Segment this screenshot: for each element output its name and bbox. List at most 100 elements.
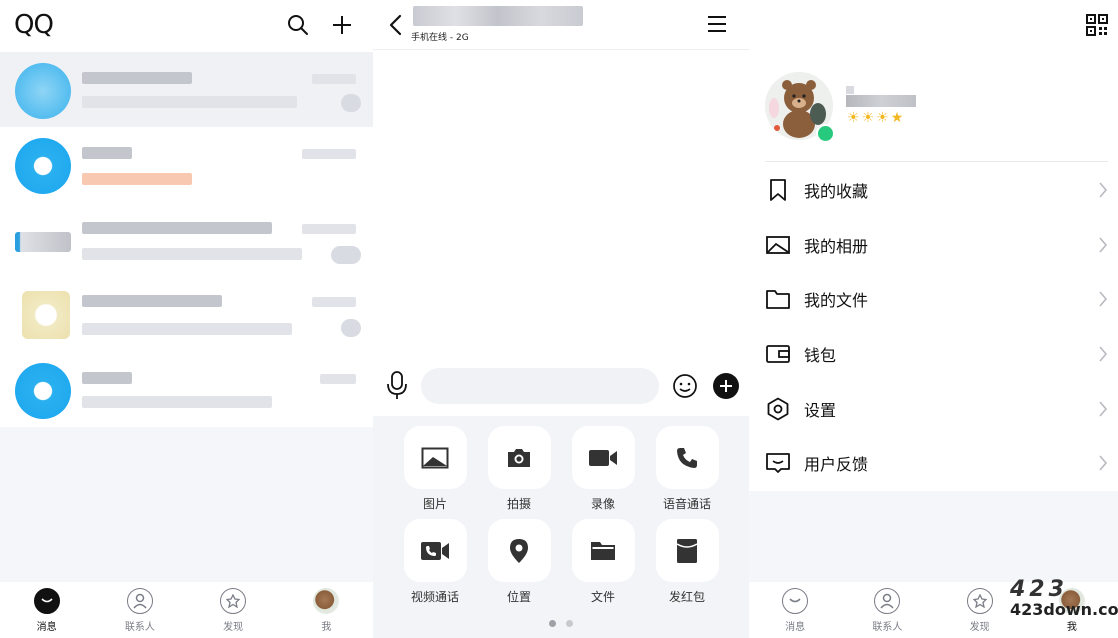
message-input[interactable] [421,368,659,404]
conversation-item[interactable] [0,277,373,352]
unread-badge [331,246,361,264]
menu-item-wallet[interactable]: 钱包 [749,327,1118,382]
contacts-icon [874,588,901,614]
conversation-avatar [15,363,71,419]
bookmark-icon [770,179,786,202]
action-camera[interactable]: 拍摄 [477,426,561,511]
discover-icon [220,588,247,614]
action-location[interactable]: 位置 [477,519,561,604]
me-menu-list: 我的收藏 我的相册 我的文件 钱包 设置 用户反馈 [749,163,1118,491]
bottom-tab-bar: 消息 联系人 发现 我 [0,582,373,638]
conversation-name [82,147,132,159]
tab-messages[interactable]: 消息 [749,582,841,638]
action-label: 文件 [590,590,615,604]
chevron-right-icon [1099,237,1108,253]
tab-discover[interactable]: 发现 [934,582,1026,638]
conversation-preview [82,248,302,260]
action-label: 拍摄 [506,497,531,511]
message-icon [33,588,60,614]
unread-badge [341,94,361,112]
conversation-avatar [15,63,71,119]
menu-item-label: 我的相册 [804,236,869,256]
red-packet-icon[interactable] [655,519,719,582]
tab-contacts[interactable]: 联系人 [841,582,933,638]
contacts-icon [126,588,153,614]
qq-level[interactable]: ☀ ☀ ☀ ★ [847,110,903,126]
emoji-icon[interactable] [672,373,698,399]
action-panel: 图片 拍摄 录像 语音通话 视频通话 位置 文件 发红包 [373,416,749,638]
discover-icon [966,588,993,614]
folder-icon[interactable] [571,519,635,582]
feedback-icon [766,453,790,474]
conversation-time [302,149,356,159]
menu-item-settings[interactable]: 设置 [749,381,1118,436]
location-icon[interactable] [487,519,551,582]
video-call-icon[interactable] [403,519,467,582]
divider [765,161,1108,162]
conversation-time [312,74,356,84]
action-file[interactable]: 文件 [561,519,645,604]
menu-item-favorites[interactable]: 我的收藏 [749,163,1118,218]
phone-icon[interactable] [655,426,719,489]
nickname [846,95,916,107]
chevron-right-icon [1099,182,1108,198]
menu-icon[interactable] [707,15,727,33]
unread-badge [341,319,361,337]
add-icon[interactable] [329,12,355,38]
level-sun-icon: ☀ [847,110,860,126]
app-title: QQ [14,10,54,40]
messages-header: QQ [0,0,373,52]
photo-album-icon [766,235,790,254]
menu-item-label: 我的收藏 [804,182,869,202]
action-image[interactable]: 图片 [393,426,477,511]
qr-code-icon[interactable] [1086,14,1108,36]
tab-me[interactable]: 我 [280,582,373,638]
image-icon[interactable] [403,426,467,489]
action-label: 录像 [590,497,615,511]
more-actions-button[interactable] [713,373,739,399]
chevron-right-icon [1099,401,1108,417]
conversation-name [82,72,192,84]
conversation-name [82,372,132,384]
action-label: 语音通话 [662,497,711,511]
conversation-avatar [15,138,71,194]
search-icon[interactable] [285,12,311,38]
conversation-preview [82,96,297,108]
conversation-time [320,374,356,384]
conversation-item[interactable] [0,352,373,427]
video-icon[interactable] [571,426,635,489]
tab-contacts[interactable]: 联系人 [93,582,186,638]
action-voice-call[interactable]: 语音通话 [645,426,729,511]
back-icon[interactable] [387,14,407,36]
conversation-item[interactable] [0,52,373,127]
menu-item-album[interactable]: 我的相册 [749,218,1118,273]
menu-item-files[interactable]: 我的文件 [749,272,1118,327]
chevron-right-icon [1099,346,1108,362]
action-red-packet[interactable]: 发红包 [645,519,729,604]
settings-icon [767,397,789,421]
tab-messages[interactable]: 消息 [0,582,93,638]
camera-icon[interactable] [487,426,551,489]
conversation-list [0,52,373,427]
chevron-right-icon [1099,291,1108,308]
profile-card[interactable]: ☀ ☀ ☀ ★ [749,0,1118,163]
chat-status: 手机在线 - 2G [411,33,469,43]
tab-discover[interactable]: 发现 [187,582,280,638]
avatar-icon [313,588,340,614]
chat-message-area [373,50,749,356]
level-sun-icon: ☀ [861,110,875,126]
action-video-call[interactable]: 视频通话 [393,519,477,604]
tab-label: 消息 [36,622,57,633]
conversation-item[interactable] [0,127,373,202]
tab-me[interactable]: 我 [1026,582,1118,638]
page-dot-active[interactable] [549,620,556,627]
page-dot[interactable] [566,620,573,627]
conversation-item[interactable] [0,202,373,277]
action-label: 发红包 [668,590,705,604]
menu-item-feedback[interactable]: 用户反馈 [749,436,1118,491]
tab-label: 消息 [785,622,806,633]
chat-header: 手机在线 - 2G [373,0,749,50]
microphone-icon[interactable] [386,370,408,400]
action-video[interactable]: 录像 [561,426,645,511]
menu-item-label: 设置 [804,400,837,420]
